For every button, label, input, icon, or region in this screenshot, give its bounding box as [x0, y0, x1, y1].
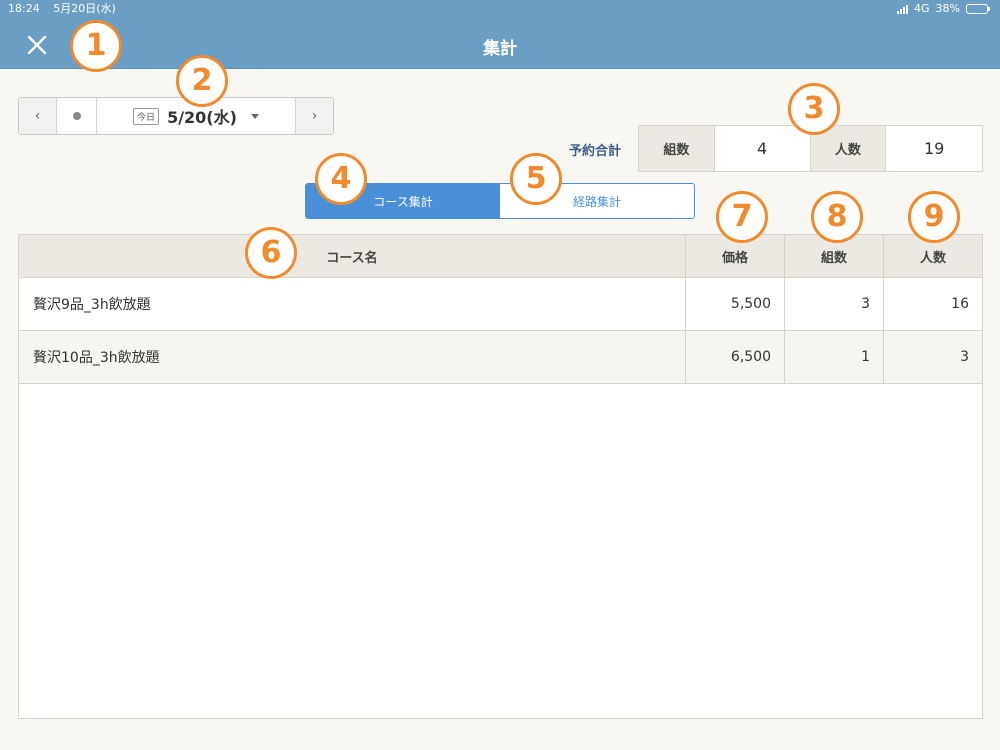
annotation-badge-5: 5 [510, 153, 562, 205]
today-tag: 今日 [133, 107, 160, 125]
date-navigator: ‹ 今日 5/20(水) › [18, 97, 334, 135]
annotation-badge-3: 3 [788, 83, 840, 135]
next-date-button[interactable]: › [295, 98, 333, 134]
status-date: 5月20日(水) [53, 2, 116, 15]
signal-icon [897, 4, 909, 14]
chevron-down-icon [250, 113, 259, 119]
app-header: 18:24 5月20日(水) 4G 38% 集計 [0, 0, 1000, 69]
reservation-total-label: 予約合計 [569, 144, 622, 159]
selected-date: 5/20(水) [167, 108, 237, 127]
table-row[interactable]: 贅沢10品_3h飲放題 6,500 1 3 [19, 331, 982, 384]
prev-date-button[interactable]: ‹ [19, 98, 57, 134]
groups-cell: 1 [784, 331, 883, 383]
status-bar-right: 4G 38% [897, 2, 990, 16]
people-cell: 16 [883, 278, 982, 330]
table-row[interactable]: 贅沢9品_3h飲放題 5,500 3 16 [19, 278, 982, 331]
today-dot-button[interactable] [57, 98, 97, 134]
battery-icon [966, 4, 990, 14]
annotation-badge-8: 8 [811, 191, 863, 243]
status-bar-left: 18:24 5月20日(水) [8, 2, 116, 16]
status-battery-percent: 38% [935, 2, 960, 15]
annotation-badge-2: 2 [176, 55, 228, 107]
chevron-left-icon: ‹ [34, 108, 41, 124]
annotation-badge-1: 1 [70, 20, 122, 72]
status-time: 18:24 [8, 2, 40, 15]
column-header-course-name: コース名 [326, 250, 378, 266]
annotation-badge-9: 9 [908, 191, 960, 243]
page-title: 集計 [483, 39, 517, 59]
total-groups-label: 組数 [639, 126, 714, 171]
course-name-cell: 贅沢9品_3h飲放題 [33, 297, 151, 313]
annotation-badge-4: 4 [315, 153, 367, 205]
status-network: 4G [914, 2, 930, 15]
price-cell: 5,500 [685, 278, 784, 330]
annotation-badge-6: 6 [245, 227, 297, 279]
course-summary-table: コース名 価格 組数 人数 贅沢9品_3h飲放題 5,500 3 16 贅沢10… [18, 234, 983, 719]
price-cell: 6,500 [685, 331, 784, 383]
annotation-badge-7: 7 [716, 191, 768, 243]
groups-cell: 3 [784, 278, 883, 330]
people-cell: 3 [883, 331, 982, 383]
total-groups-value: 4 [713, 126, 811, 171]
chevron-right-icon: › [311, 108, 318, 124]
total-people-value: 19 [885, 126, 982, 171]
dot-icon [72, 112, 81, 120]
course-name-cell: 贅沢10品_3h飲放題 [33, 350, 160, 366]
